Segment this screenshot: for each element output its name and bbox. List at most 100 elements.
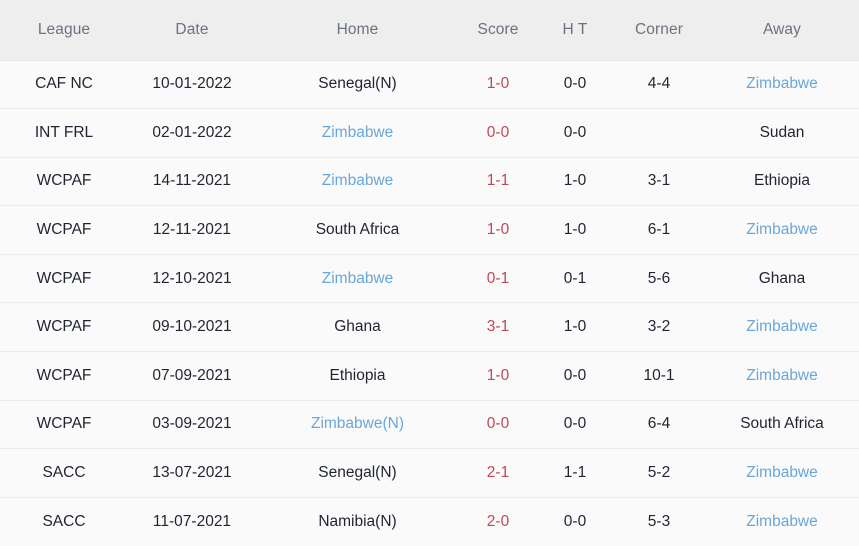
cell-corner-text: 3-2 <box>647 318 671 336</box>
cell-date: 13-07-2021 <box>128 448 256 498</box>
cell-away-team-text: Ethiopia <box>753 172 810 190</box>
cell-league[interactable]: WCPAF <box>0 302 128 352</box>
table-row[interactable]: WCPAF 03-09-2021 Zimbabwe(N) 0-0 0-0 6-4 South… <box>0 399 859 449</box>
cell-corner: 5-6 <box>613 253 705 303</box>
table-row[interactable]: WCPAF 09-10-2021 Ghana 3-1 1-0 3-2 Zimbabwe <box>0 302 859 352</box>
table-row[interactable]: WCPAF 14-11-2021 Zimbabwe 1-1 1-0 3-1 Ethiopia <box>0 156 859 206</box>
cell-away-team: Ghana <box>705 253 859 303</box>
cell-half-time: 1-0 <box>537 156 613 206</box>
cell-league[interactable]: WCPAF <box>0 205 128 255</box>
cell-home-team-text: Zimbabwe <box>321 172 394 190</box>
cell-corner-text: 4-4 <box>647 75 671 93</box>
cell-home-team-text: Zimbabwe <box>321 269 394 287</box>
cell-home-team[interactable]: Zimbabwe <box>256 156 459 206</box>
column-header-date[interactable]: Date <box>128 0 256 61</box>
cell-away-team-text: Sudan <box>759 123 805 141</box>
cell-score[interactable]: 1-0 <box>459 60 537 109</box>
cell-score[interactable]: 2-0 <box>459 496 537 546</box>
cell-half-time-text: 1-0 <box>563 172 587 190</box>
cell-half-time-text: 0-1 <box>563 269 587 287</box>
cell-date: 02-01-2022 <box>128 108 256 158</box>
cell-away-team-text: Ghana <box>758 269 806 287</box>
cell-away-team[interactable]: Zimbabwe <box>705 60 859 109</box>
cell-league[interactable]: SACC <box>0 448 128 498</box>
column-header-corner[interactable]: Corner <box>613 0 705 61</box>
cell-corner: 5-2 <box>613 448 705 498</box>
cell-half-time: 0-0 <box>537 60 613 109</box>
cell-away-team[interactable]: Zimbabwe <box>705 302 859 352</box>
cell-date: 12-10-2021 <box>128 253 256 303</box>
cell-score[interactable]: 1-0 <box>459 351 537 401</box>
table-row[interactable]: SACC 11-07-2021 Namibia(N) 2-0 0-0 5-3 Zimbabw… <box>0 496 859 546</box>
cell-corner: 10-1 <box>613 351 705 401</box>
cell-league[interactable]: CAF NC <box>0 60 128 109</box>
cell-league-text: WCPAF <box>36 318 92 336</box>
cell-home-team-text: Senegal(N) <box>318 464 397 482</box>
cell-date-text: 12-10-2021 <box>152 269 232 287</box>
cell-league[interactable]: WCPAF <box>0 399 128 449</box>
cell-date-text: 10-01-2022 <box>152 75 232 93</box>
table-row[interactable]: SACC 13-07-2021 Senegal(N) 2-1 1-1 5-2 Zimbabw… <box>0 448 859 498</box>
cell-home-team[interactable]: Zimbabwe(N) <box>256 399 459 449</box>
cell-date: 10-01-2022 <box>128 60 256 109</box>
cell-league-text: INT FRL <box>34 123 94 141</box>
cell-home-team: Ghana <box>256 302 459 352</box>
column-header-score[interactable]: Score <box>459 0 537 61</box>
cell-home-team[interactable]: Zimbabwe <box>256 108 459 158</box>
table-row[interactable]: INT FRL 02-01-2022 Zimbabwe 0-0 0-0 Sudan <box>0 108 859 158</box>
cell-score-text: 2-0 <box>486 512 510 530</box>
cell-score-text: 1-0 <box>486 221 510 239</box>
column-header-ht[interactable]: H T <box>537 0 613 61</box>
match-history-table: League Date Home Score H T Corner Away C… <box>0 0 859 546</box>
cell-score-text: 2-1 <box>486 464 510 482</box>
cell-score[interactable]: 0-0 <box>459 108 537 158</box>
cell-league[interactable]: INT FRL <box>0 108 128 158</box>
cell-corner-text: 3-1 <box>647 172 671 190</box>
cell-score[interactable]: 0-1 <box>459 253 537 303</box>
cell-corner-text: 6-4 <box>647 415 671 433</box>
cell-date: 09-10-2021 <box>128 302 256 352</box>
cell-date-text: 03-09-2021 <box>152 415 232 433</box>
cell-away-team[interactable]: Zimbabwe <box>705 496 859 546</box>
cell-home-team-text: Ethiopia <box>329 366 386 384</box>
cell-home-team-text: Zimbabwe <box>321 123 394 141</box>
cell-away-team[interactable]: Zimbabwe <box>705 448 859 498</box>
cell-corner-text: 6-1 <box>647 221 671 239</box>
cell-score-text: 3-1 <box>486 318 510 336</box>
cell-date: 11-07-2021 <box>128 496 256 546</box>
cell-score[interactable]: 3-1 <box>459 302 537 352</box>
cell-date: 07-09-2021 <box>128 351 256 401</box>
cell-corner-text: 5-6 <box>647 269 671 287</box>
cell-corner-text: 5-2 <box>647 464 671 482</box>
cell-home-team[interactable]: Zimbabwe <box>256 253 459 303</box>
cell-half-time-text: 0-0 <box>563 75 587 93</box>
column-header-league[interactable]: League <box>0 0 128 61</box>
table-row[interactable]: CAF NC 10-01-2022 Senegal(N) 1-0 0-0 4-4 Zimba… <box>0 60 859 109</box>
cell-date-text: 12-11-2021 <box>152 221 232 239</box>
cell-away-team[interactable]: Zimbabwe <box>705 351 859 401</box>
cell-league[interactable]: WCPAF <box>0 253 128 303</box>
cell-home-team-text: Senegal(N) <box>318 75 397 93</box>
cell-league[interactable]: SACC <box>0 496 128 546</box>
table-header-row: League Date Home Score H T Corner Away <box>0 0 859 61</box>
cell-score-text: 1-0 <box>486 366 510 384</box>
cell-league[interactable]: WCPAF <box>0 156 128 206</box>
cell-score[interactable]: 2-1 <box>459 448 537 498</box>
column-header-away[interactable]: Away <box>705 0 859 61</box>
cell-away-team[interactable]: Zimbabwe <box>705 205 859 255</box>
cell-score[interactable]: 0-0 <box>459 399 537 449</box>
cell-away-team-text: Zimbabwe <box>746 318 818 336</box>
table-row[interactable]: WCPAF 12-11-2021 South Africa 1-0 1-0 6-1 Zimb… <box>0 205 859 255</box>
cell-half-time-text: 0-0 <box>563 512 587 530</box>
cell-score[interactable]: 1-0 <box>459 205 537 255</box>
table-row[interactable]: WCPAF 07-09-2021 Ethiopia 1-0 0-0 10-1 Zimbabw… <box>0 351 859 401</box>
column-header-home[interactable]: Home <box>256 0 459 61</box>
cell-date-text: 02-01-2022 <box>152 123 232 141</box>
cell-score-text: 0-0 <box>486 415 510 433</box>
cell-corner: 6-4 <box>613 399 705 449</box>
table-row[interactable]: WCPAF 12-10-2021 Zimbabwe 0-1 0-1 5-6 Ghana <box>0 253 859 303</box>
cell-corner <box>613 108 705 158</box>
cell-league[interactable]: WCPAF <box>0 351 128 401</box>
cell-away-team-text: Zimbabwe <box>746 366 818 384</box>
cell-score[interactable]: 1-1 <box>459 156 537 206</box>
